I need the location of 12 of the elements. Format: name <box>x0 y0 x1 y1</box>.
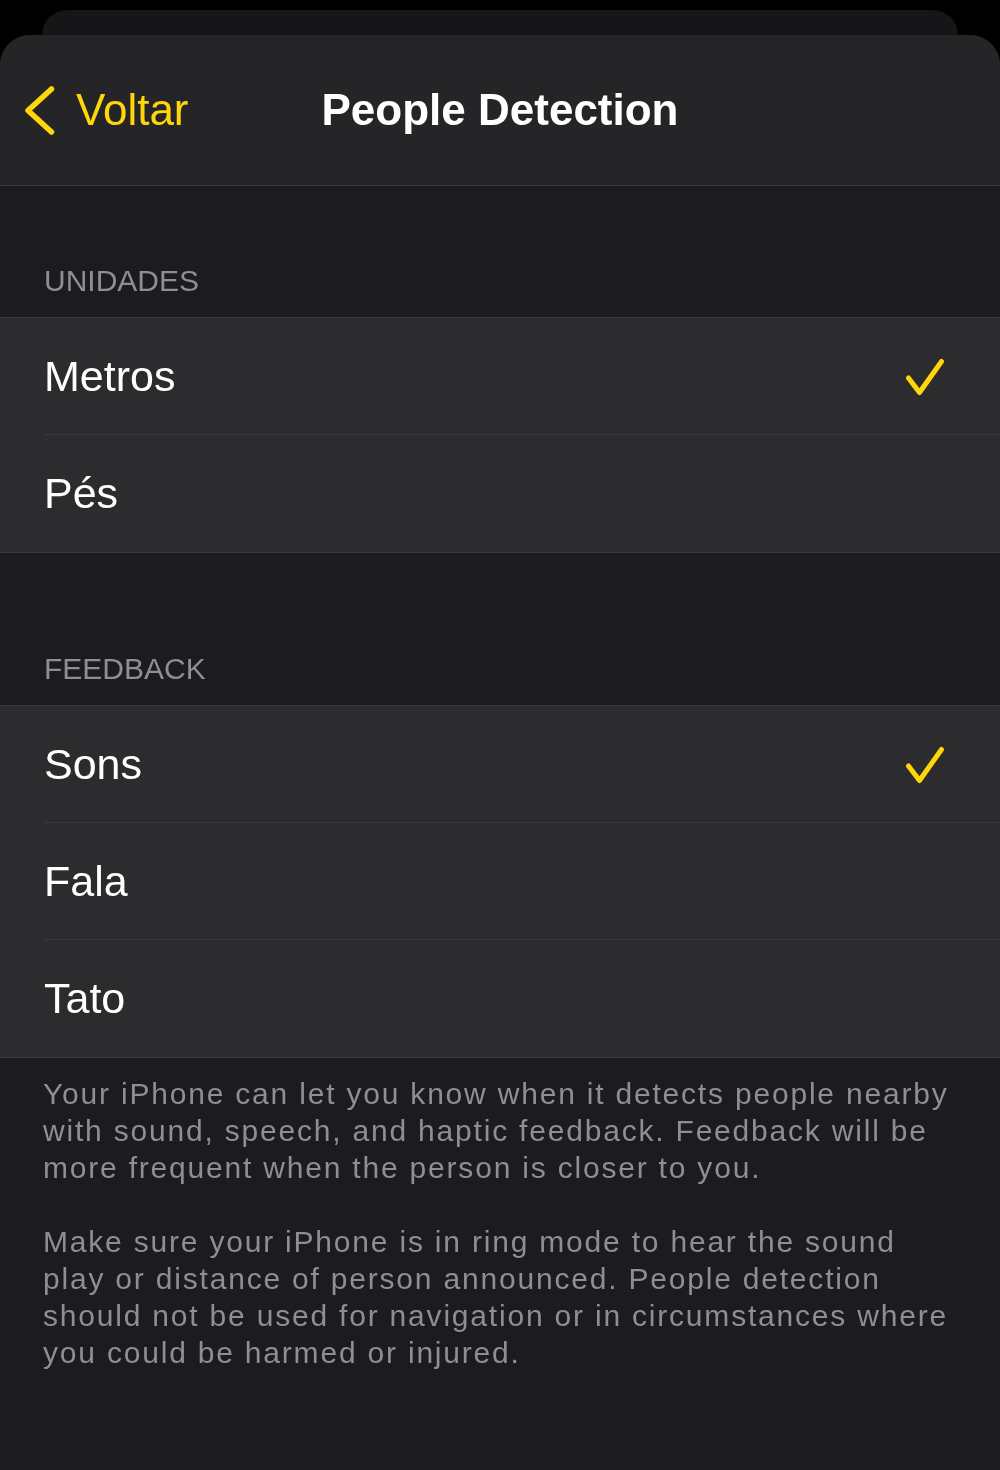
option-row[interactable]: Sons <box>0 706 1000 823</box>
option-row[interactable]: Fala <box>0 823 1000 940</box>
option-row[interactable]: Pés <box>0 435 1000 552</box>
footer-note: Make sure your iPhone is in ring mode to hear the sound play or distance of person announced. People detection should not be used for navigation or in circumstances where you could be harmed or injured. <box>43 1224 949 1371</box>
back-button[interactable]: Voltar <box>0 85 189 135</box>
section-header: FEEDBACK <box>44 651 206 687</box>
option-row[interactable]: Metros <box>0 318 1000 435</box>
section-header: UNIDADES <box>44 263 200 299</box>
screen-title: People Detection <box>321 85 679 135</box>
chevron-left-icon <box>24 85 55 135</box>
footer-note: Your iPhone can let you know when it detects people nearby with sound, speech, and haptic feedback. Feedback will be more frequent when the person is closer to you. <box>43 1076 950 1186</box>
option-row[interactable]: Tato <box>0 940 1000 1057</box>
